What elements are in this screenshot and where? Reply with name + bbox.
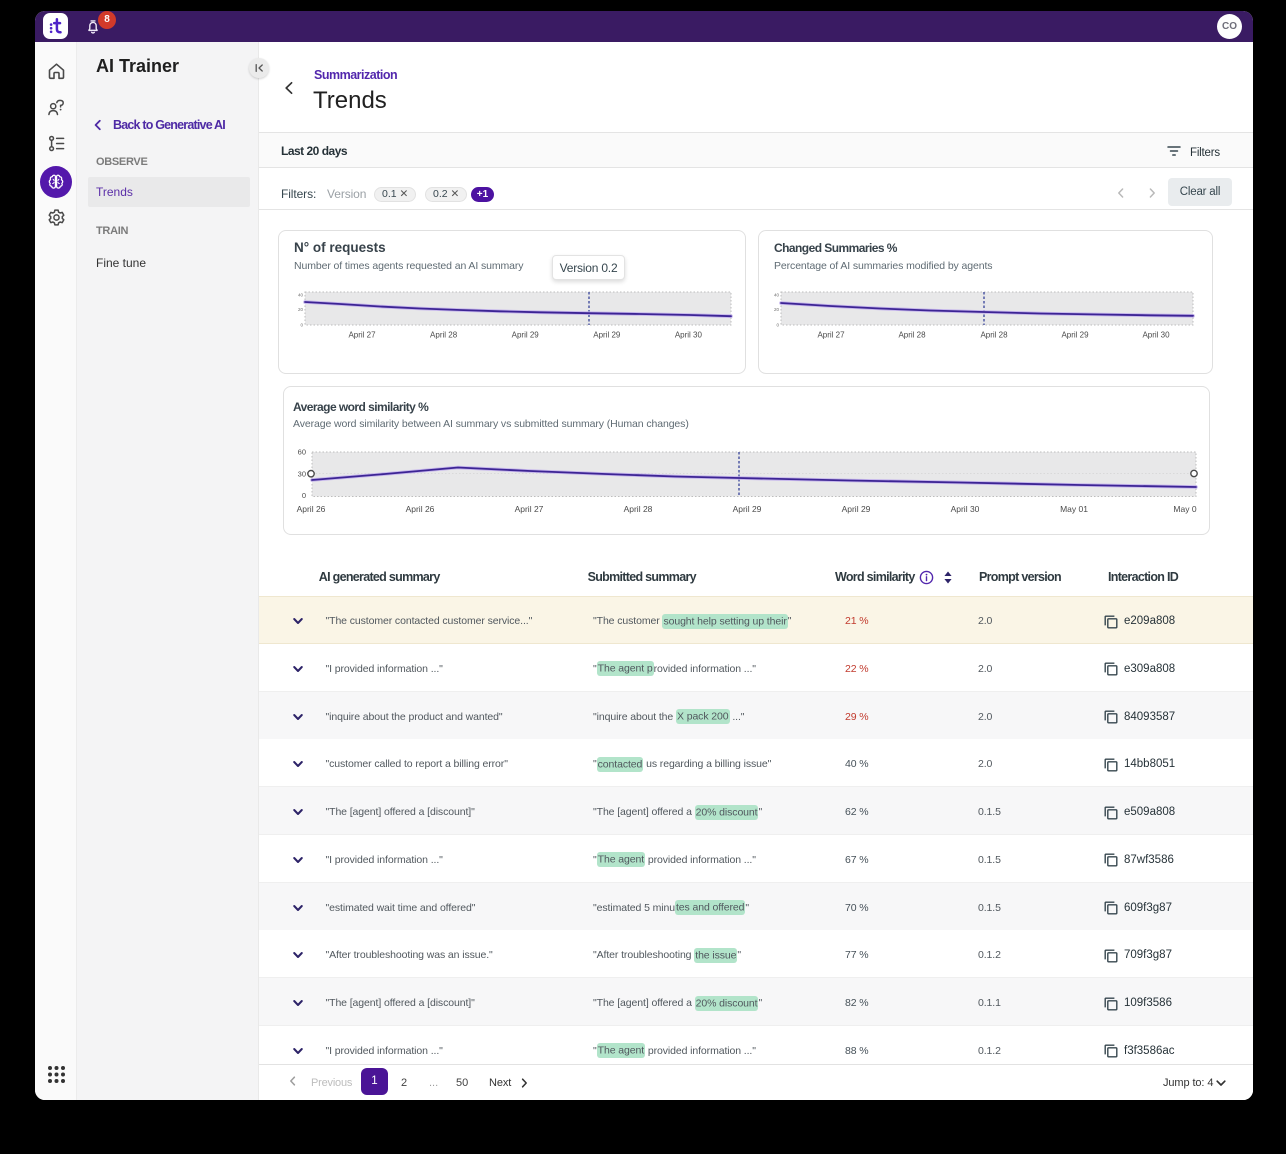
svg-text:April 30: April 30 [675, 331, 703, 340]
svg-text:May 01: May 01 [1060, 504, 1088, 514]
svg-text:0: 0 [300, 322, 303, 327]
svg-text:April 27: April 27 [515, 504, 544, 514]
svg-text:April 29: April 29 [733, 504, 762, 514]
svg-text:April 28: April 28 [624, 504, 653, 514]
svg-text:0: 0 [302, 491, 306, 500]
svg-text:20: 20 [298, 307, 304, 312]
svg-text:40: 40 [774, 293, 780, 298]
svg-text:April 29: April 29 [842, 504, 871, 514]
svg-text:40: 40 [298, 293, 304, 298]
svg-text:April 26: April 26 [297, 504, 326, 514]
svg-text:April 30: April 30 [1142, 331, 1170, 340]
svg-text:April 29: April 29 [512, 331, 540, 340]
svg-text:0: 0 [776, 322, 779, 327]
svg-text:April 26: April 26 [406, 504, 435, 514]
svg-text:April 27: April 27 [817, 331, 845, 340]
svg-text:20: 20 [774, 307, 780, 312]
svg-text:April 28: April 28 [980, 331, 1008, 340]
svg-text:April 28: April 28 [898, 331, 926, 340]
svg-text:April 27: April 27 [348, 331, 376, 340]
svg-text:April 30: April 30 [951, 504, 980, 514]
svg-text:30: 30 [298, 469, 306, 478]
svg-text:April 29: April 29 [1061, 331, 1089, 340]
svg-text:April 29: April 29 [593, 331, 621, 340]
svg-text:60: 60 [298, 448, 306, 457]
svg-text:April 28: April 28 [430, 331, 458, 340]
svg-text:May 0: May 0 [1173, 504, 1196, 514]
